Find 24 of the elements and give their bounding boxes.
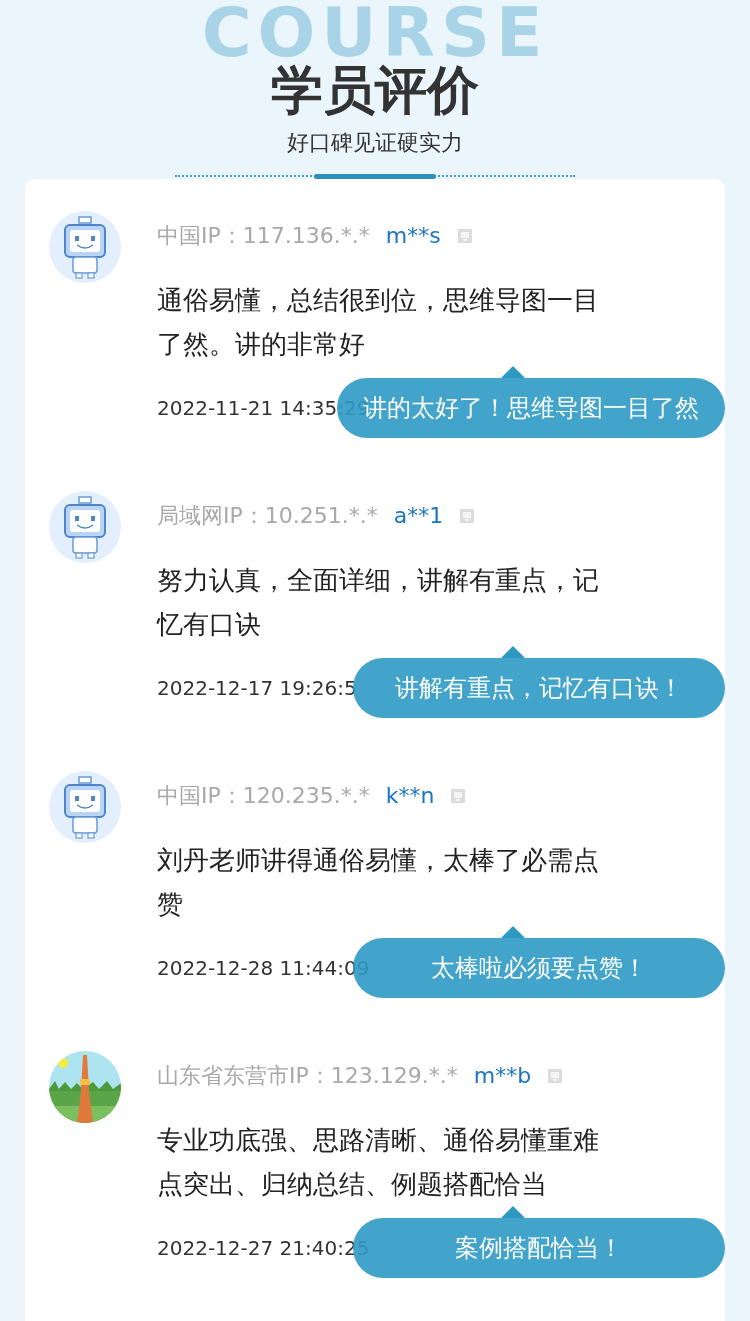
ip-location: 中国IP：120.235.*.* — [157, 782, 370, 810]
monitor-icon — [450, 787, 467, 804]
monitor-icon — [547, 1067, 564, 1084]
ip-location: 山东省东营市IP：123.129.*.* — [157, 1062, 458, 1090]
username: m**s — [385, 222, 441, 250]
avatar-drawing — [49, 491, 121, 563]
username: k**n — [385, 782, 435, 810]
avatar-drawing — [49, 211, 121, 283]
review-text: 专业功底强、思路清晰、通俗易懂重难点突出、归纳总结、例题搭配恰当 — [157, 1124, 600, 1201]
section-subtitle: 好口碑见证硬实力 — [287, 129, 463, 157]
reply-text: 太棒啦必须要点赞！ — [431, 953, 647, 984]
username: m**b — [473, 1062, 532, 1090]
monitor-icon — [459, 507, 476, 524]
username: a**1 — [393, 502, 444, 530]
review-text: 努力认真，全面详细，讲解有重点，记忆有口诀 — [157, 564, 600, 641]
monitor-icon — [456, 227, 473, 244]
review-text: 刘丹老师讲得通俗易懂，太棒了必需点赞 — [157, 844, 600, 921]
avatar-drawing — [49, 771, 121, 843]
reply-text: 讲解有重点，记忆有口诀！ — [395, 673, 683, 704]
ip-location: 中国IP：117.136.*.* — [157, 222, 370, 250]
ip-location: 局域网IP：10.251.*.* — [157, 502, 378, 530]
reply-text: 案例搭配恰当！ — [455, 1233, 623, 1264]
review-text: 通俗易懂，总结很到位，思维导图一目了然。讲的非常好 — [157, 284, 600, 361]
section-title: 学员评价 — [271, 64, 479, 116]
